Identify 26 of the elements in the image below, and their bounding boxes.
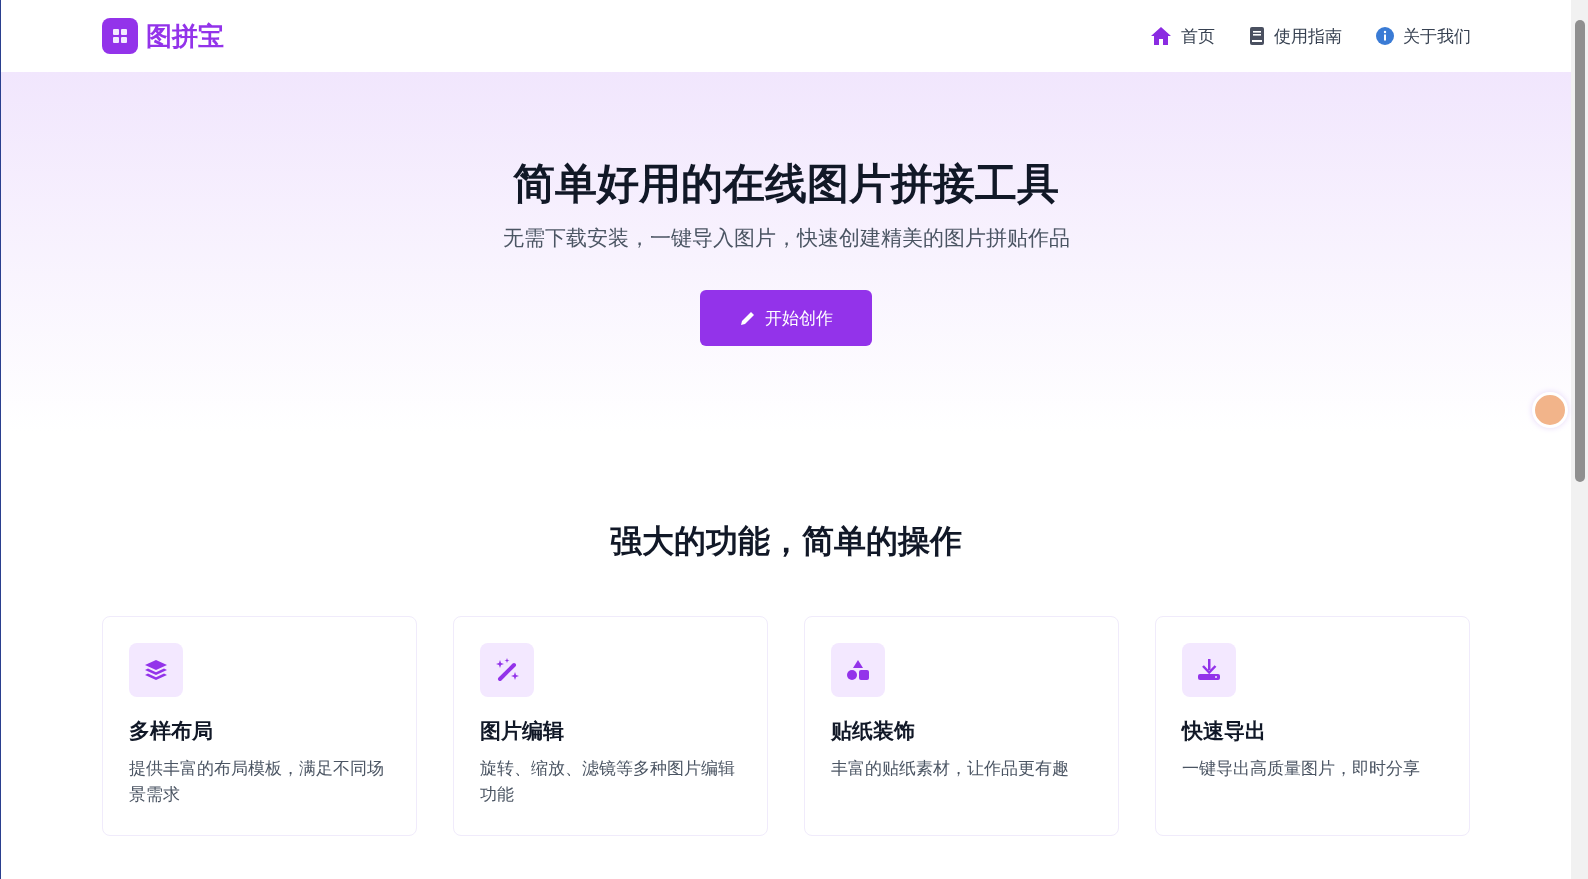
download-icon (1182, 643, 1236, 697)
scrollbar[interactable] (1571, 0, 1588, 879)
feature-title: 贴纸装饰 (831, 718, 916, 745)
info-icon (1376, 27, 1394, 45)
feature-description: 旋转、缩放、滤镜等多种图片编辑功能 (480, 757, 736, 806)
nav-link[interactable]: 关于我们 (1376, 24, 1471, 48)
book-icon (1249, 26, 1265, 46)
feature-description: 一键导出高质量图片，即时分享 (1182, 757, 1421, 780)
shapes-icon (831, 643, 885, 697)
feature-description: 丰富的贴纸素材，让作品更有趣 (831, 757, 1070, 780)
feature-title: 多样布局 (129, 718, 214, 745)
brand-name[interactable]: 图拼宝 (146, 18, 224, 54)
feature-title: 快速导出 (1182, 718, 1267, 745)
home-icon (1150, 26, 1172, 46)
start-button[interactable]: 开始创作 (700, 290, 872, 346)
hero-title: 简单好用的在线图片拼接工具 (513, 158, 1059, 210)
layers-icon (129, 643, 183, 697)
hero-subtitle: 无需下载安装，一键导入图片，快速创建精美的图片拼贴作品 (502, 225, 1070, 252)
logo-icon (102, 18, 138, 54)
nav-link[interactable]: 使用指南 (1249, 24, 1342, 48)
nav-link[interactable]: 首页 (1150, 24, 1215, 48)
feature-title: 图片编辑 (480, 718, 565, 745)
magic-wand-icon (480, 643, 534, 697)
feature-description: 提供丰富的布局模板，满足不同场景需求 (129, 757, 385, 806)
pencil-icon (739, 309, 757, 327)
section-title: 强大的功能，简单的操作 (609, 521, 963, 562)
